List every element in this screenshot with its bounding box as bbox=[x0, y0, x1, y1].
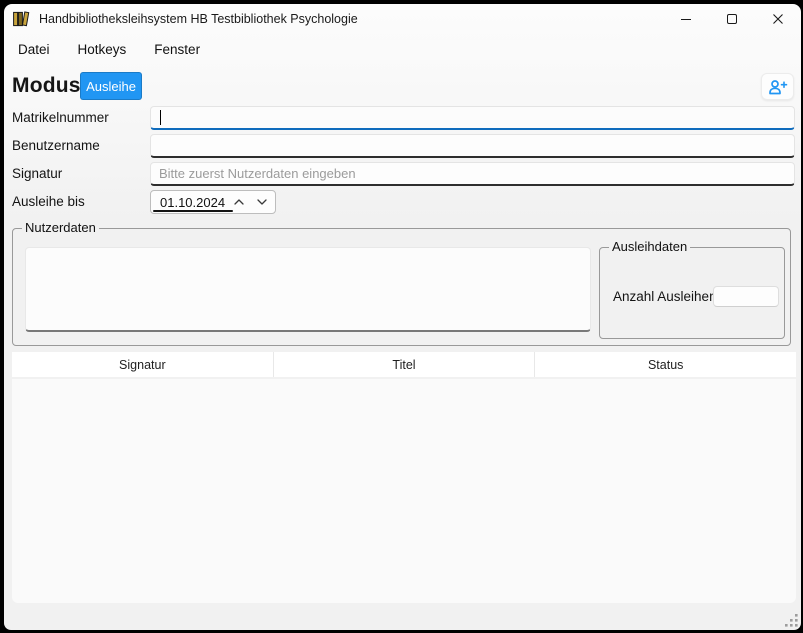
caption-buttons bbox=[663, 4, 801, 34]
menu-fenster[interactable]: Fenster bbox=[154, 42, 200, 57]
ausleihdaten-group-title: Ausleihdaten bbox=[609, 239, 690, 255]
ausleihe-bis-value[interactable]: 01.10.2024 bbox=[151, 195, 225, 210]
form-row-signatur: Signatur bbox=[12, 162, 795, 186]
signatur-input[interactable] bbox=[151, 163, 794, 184]
benutzername-input[interactable] bbox=[151, 135, 794, 156]
minimize-button[interactable] bbox=[663, 4, 709, 34]
ausleihdaten-groupbox: Ausleihdaten Anzahl Ausleihen bbox=[599, 247, 785, 339]
form-row-matrikelnummer: Matrikelnummer bbox=[12, 106, 795, 130]
resize-grip[interactable] bbox=[785, 614, 799, 628]
books-app-icon bbox=[12, 10, 30, 28]
close-button[interactable] bbox=[755, 4, 801, 34]
ausleihe-bis-date-spinner[interactable]: 01.10.2024 bbox=[150, 190, 276, 214]
benutzername-label: Benutzername bbox=[12, 134, 100, 158]
desktop-backdrop: { "window": { "title": "Handbibliotheksl… bbox=[0, 0, 803, 633]
title-bar: Handbibliotheksleihsystem HB Testbibliot… bbox=[4, 4, 801, 34]
minimize-icon bbox=[681, 19, 691, 20]
window-title: Handbibliotheksleihsystem HB Testbibliot… bbox=[39, 12, 358, 26]
column-header-signatur[interactable]: Signatur bbox=[12, 352, 273, 377]
nutzerdaten-group-title: Nutzerdaten bbox=[22, 220, 99, 236]
anzahl-ausleihen-label: Anzahl Ausleihen bbox=[613, 286, 717, 307]
nutzerdaten-groupbox: Nutzerdaten Ausleihdaten Anzahl Ausleihe… bbox=[12, 228, 791, 346]
menu-hotkeys[interactable]: Hotkeys bbox=[78, 42, 127, 57]
anzahl-ausleihen-input[interactable] bbox=[713, 286, 779, 307]
matrikelnummer-input[interactable] bbox=[151, 107, 794, 128]
add-user-button[interactable] bbox=[761, 73, 794, 100]
form-row-ausleihe-bis: Ausleihe bis 01.10.2024 bbox=[12, 190, 795, 214]
text-caret bbox=[160, 110, 161, 125]
matrikelnummer-field-frame bbox=[150, 106, 795, 130]
items-table-header: Signatur Titel Status bbox=[12, 352, 796, 377]
menu-datei[interactable]: Datei bbox=[18, 42, 50, 57]
mode-heading: Modus bbox=[12, 70, 81, 102]
nutzerdaten-textarea[interactable] bbox=[25, 247, 591, 332]
chevron-up-icon bbox=[233, 198, 245, 206]
maximize-icon bbox=[727, 14, 737, 24]
person-plus-icon bbox=[767, 78, 788, 96]
menu-bar: Datei Hotkeys Fenster bbox=[4, 34, 801, 65]
signatur-label: Signatur bbox=[12, 162, 62, 186]
date-edit-underline bbox=[153, 210, 233, 212]
matrikelnummer-label: Matrikelnummer bbox=[12, 106, 109, 130]
column-header-titel[interactable]: Titel bbox=[273, 352, 535, 377]
close-icon bbox=[772, 13, 784, 25]
chevron-down-icon bbox=[256, 198, 268, 206]
items-table-body bbox=[12, 379, 796, 603]
signatur-field-frame bbox=[150, 162, 795, 186]
date-decrement-button[interactable] bbox=[250, 191, 273, 213]
app-window: Handbibliotheksleihsystem HB Testbibliot… bbox=[4, 4, 801, 630]
column-header-status[interactable]: Status bbox=[534, 352, 796, 377]
ausleihe-bis-label: Ausleihe bis bbox=[12, 190, 85, 214]
benutzername-field-frame bbox=[150, 134, 795, 158]
mode-ausleihe-button[interactable]: Ausleihe bbox=[80, 72, 142, 100]
form-row-benutzername: Benutzername bbox=[12, 134, 795, 158]
maximize-button[interactable] bbox=[709, 4, 755, 34]
